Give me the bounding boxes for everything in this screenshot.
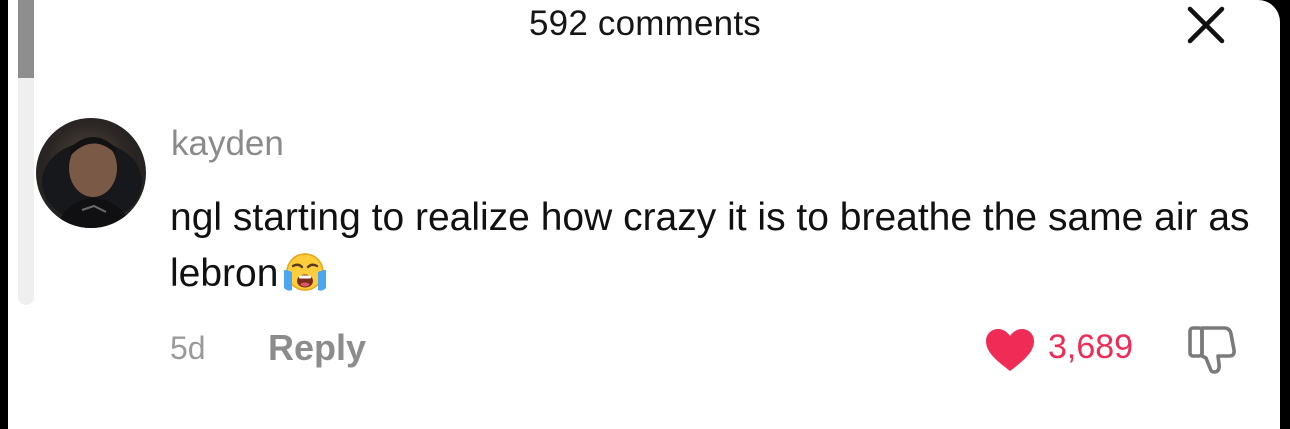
comments-count-title: 592 comments (529, 4, 761, 43)
close-icon[interactable] (1184, 3, 1228, 47)
comment-username[interactable]: kayden (171, 124, 284, 164)
comment-timestamp: 5d (170, 330, 206, 366)
avatar[interactable] (36, 118, 146, 228)
reply-button[interactable]: Reply (268, 327, 366, 369)
loudly-crying-face-icon (280, 250, 330, 312)
thumbs-down-icon[interactable] (1186, 322, 1240, 376)
comment-text: ngl starting to realize how crazy it is … (170, 190, 1260, 312)
like-count: 3,689 (1048, 328, 1134, 366)
comment-body: ngl starting to realize how crazy it is … (170, 196, 1250, 295)
heart-icon[interactable] (984, 327, 1036, 373)
